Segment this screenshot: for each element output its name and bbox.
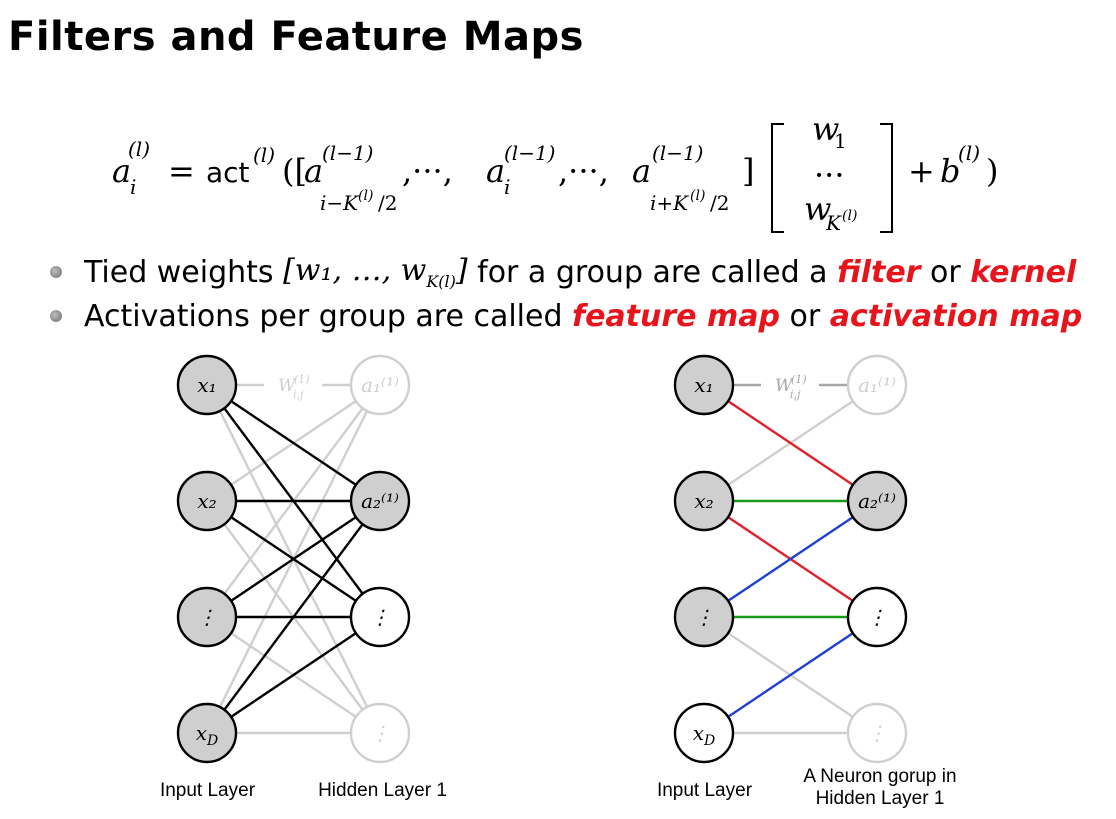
svg-text:,···,: ,···, <box>558 152 609 190</box>
hidden-node-faded-label: a₁⁽¹⁾ <box>858 373 896 397</box>
emphasis-filter: filter <box>837 254 921 290</box>
svg-text:,···,: ,···, <box>402 152 453 190</box>
input-node-label: x₁ <box>197 373 216 397</box>
right-hidden-layer-caption: A Neuron gorup in Hidden Layer 1 <box>803 766 957 809</box>
input-node-label: x₂ <box>694 489 713 513</box>
svg-text:i: i <box>504 175 510 199</box>
svg-text:(l−1): (l−1) <box>322 141 373 165</box>
svg-text:(l−1): (l−1) <box>652 141 703 165</box>
svg-text:(l): (l) <box>958 141 980 165</box>
svg-text:(l): (l) <box>842 208 857 224</box>
svg-text:(l): (l) <box>128 137 150 161</box>
svg-text:(1): (1) <box>791 373 807 386</box>
bullet-1-middle: for a group are called a <box>467 254 838 290</box>
bullet-tied-weights: Tied weights [w₁, …, wK(l)] for a group … <box>50 250 1082 294</box>
left-hidden-layer-caption: Hidden Layer 1 <box>318 780 447 801</box>
svg-text:a: a <box>632 152 651 190</box>
svg-text:(l−1): (l−1) <box>504 141 555 165</box>
svg-text:act: act <box>206 156 250 189</box>
hidden-node-label: ⋮ <box>867 605 887 629</box>
bullet-2-prefix: Activations per group are called <box>84 298 573 334</box>
svg-text:): ) <box>986 152 998 190</box>
svg-text:/2: /2 <box>378 191 397 215</box>
tied-weights-network-diagram: W(1)i,jx₁x₂⋮xDa₁⁽¹⁾a₂⁽¹⁾⋮⋮ <box>673 354 908 764</box>
bullet-1-math: [w₁, …, wK(l)] <box>283 253 468 291</box>
svg-text:]: ] <box>742 152 754 190</box>
bullet-dot-icon <box>50 266 62 278</box>
activation-formula: a (l) i = act (l) ([ a (l−1) i−K (l) /2 … <box>112 120 998 235</box>
hidden-node-faded-label: ⋮ <box>370 721 390 745</box>
svg-text:i,j: i,j <box>293 388 304 401</box>
hidden-node-faded-label: ⋮ <box>867 721 887 745</box>
emphasis-feature-map: feature map <box>572 298 780 334</box>
svg-text:=: = <box>168 152 195 190</box>
svg-text:(l): (l) <box>253 143 275 167</box>
input-node-label: x₂ <box>197 489 216 513</box>
hidden-node-label: ⋮ <box>370 605 390 629</box>
svg-text:/2: /2 <box>710 191 729 215</box>
svg-text:···: ··· <box>814 156 845 194</box>
bullet-activations: Activations per group are called feature… <box>50 294 1082 338</box>
svg-text:i: i <box>130 175 136 199</box>
svg-text:(1): (1) <box>294 373 310 386</box>
svg-text:i,j: i,j <box>790 388 801 401</box>
svg-text:i−K: i−K <box>320 191 359 215</box>
emphasis-kernel: kernel <box>970 254 1077 290</box>
svg-text:a: a <box>486 152 505 190</box>
hidden-node-faded-label: a₁⁽¹⁾ <box>361 373 399 397</box>
right-input-layer-caption: Input Layer <box>656 780 753 801</box>
svg-text:(l): (l) <box>358 188 373 204</box>
hidden-node-label: a₂⁽¹⁾ <box>361 489 399 513</box>
svg-text:i+K: i+K <box>650 191 689 215</box>
svg-text:(l): (l) <box>690 188 705 204</box>
input-node-label: x₁ <box>694 373 713 397</box>
emphasis-activation-map: activation map <box>829 298 1083 334</box>
slide-title: Filters and Feature Maps <box>8 14 584 60</box>
bullet-1-prefix: Tied weights <box>84 254 284 290</box>
bullet-list: Tied weights [w₁, …, wK(l)] for a group … <box>50 250 1082 338</box>
bullet-1-or: or <box>920 254 971 290</box>
svg-text:1: 1 <box>834 129 847 153</box>
bullet-2-or: or <box>779 298 830 334</box>
bullet-dot-icon <box>50 310 62 322</box>
fully-connected-network-diagram: W(1)i,jx₁x₂⋮xDa₁⁽¹⁾a₂⁽¹⁾⋮⋮ <box>176 354 411 764</box>
svg-text:+: + <box>908 152 935 190</box>
svg-text:a: a <box>304 152 323 190</box>
input-node-label: ⋮ <box>694 605 714 629</box>
svg-text:K: K <box>825 211 842 235</box>
input-node-label: ⋮ <box>197 605 217 629</box>
left-input-layer-caption: Input Layer <box>159 780 256 801</box>
hidden-node-label: a₂⁽¹⁾ <box>858 489 896 513</box>
